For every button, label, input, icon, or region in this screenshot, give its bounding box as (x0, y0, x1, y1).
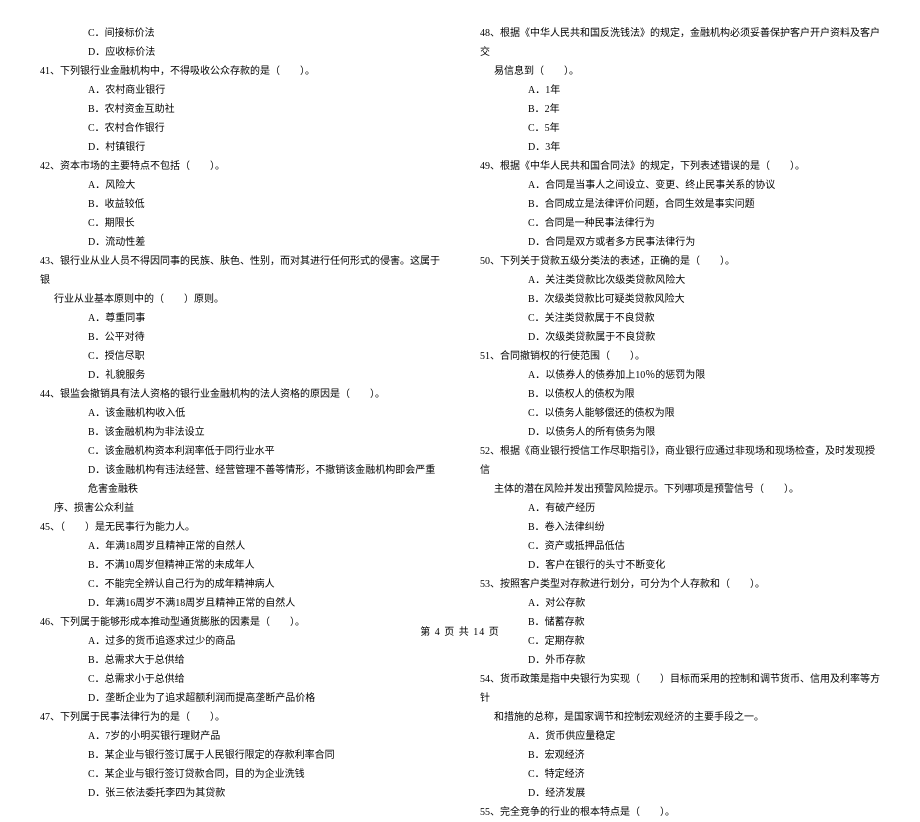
q42-stem: 42、资本市场的主要特点不包括（ ）。 (40, 157, 440, 176)
q44-option-d: D．该金融机构有违法经营、经营管理不善等情形，不撤销该金融机构即会严重危害金融秩 (40, 461, 440, 499)
q44-stem: 44、银监会撤销具有法人资格的银行业金融机构的法人资格的原因是（ ）。 (40, 385, 440, 404)
page-content: C．间接标价法 D．应收标价法 41、下列银行业金融机构中，不得吸收公众存款的是… (0, 0, 920, 822)
q43-option-c: C．授信尽职 (40, 347, 440, 366)
q47-stem: 47、下列属于民事法律行为的是（ ）。 (40, 708, 440, 727)
q51-option-c: C．以债务人能够偿还的债权为限 (480, 404, 880, 423)
q54-stem-line1: 54、货币政策是指中央银行为实现（ ）目标而采用的控制和调节货币、信用及利率等方… (480, 670, 880, 708)
q43-option-b: B．公平对待 (40, 328, 440, 347)
q42-option-b: B．收益较低 (40, 195, 440, 214)
q43-option-a: A．尊重同事 (40, 309, 440, 328)
q41-option-a: A．农村商业银行 (40, 81, 440, 100)
q43-option-d: D．礼貌服务 (40, 366, 440, 385)
q52-option-d: D．客户在银行的头寸不断变化 (480, 556, 880, 575)
q48-option-c: C．5年 (480, 119, 880, 138)
q51-option-a: A．以债券人的债券加上10％的惩罚为限 (480, 366, 880, 385)
q46-option-d: D．垄断企业为了追求超额利润而提高垄断产品价格 (40, 689, 440, 708)
q44-option-a: A．该金融机构收入低 (40, 404, 440, 423)
q45-option-d: D．年满16周岁不满18周岁且精神正常的自然人 (40, 594, 440, 613)
q49-stem: 49、根据《中华人民共和国合同法》的规定，下列表述错误的是（ ）。 (480, 157, 880, 176)
q44-option-c: C．该金融机构资本利润率低于同行业水平 (40, 442, 440, 461)
q46-option-b: B．总需求大于总供给 (40, 651, 440, 670)
q40-option-d: D．应收标价法 (40, 43, 440, 62)
q54-option-d: D．经济发展 (480, 784, 880, 803)
q43-stem-line1: 43、银行业从业人员不得因同事的民族、肤色、性别，而对其进行任何形式的侵害。这属… (40, 252, 440, 290)
left-column: C．间接标价法 D．应收标价法 41、下列银行业金融机构中，不得吸收公众存款的是… (40, 24, 440, 822)
page-footer: 第 4 页 共 14 页 (0, 623, 920, 638)
q47-option-a: A．7岁的小明买银行理财产品 (40, 727, 440, 746)
q45-option-c: C．不能完全辨认自己行为的成年精神病人 (40, 575, 440, 594)
q50-option-d: D．次级类贷款属于不良贷款 (480, 328, 880, 347)
q48-option-d: D．3年 (480, 138, 880, 157)
q47-option-b: B．某企业与银行签订属于人民银行限定的存款利率合同 (40, 746, 440, 765)
q41-stem: 41、下列银行业金融机构中，不得吸收公众存款的是（ ）。 (40, 62, 440, 81)
q40-option-c: C．间接标价法 (40, 24, 440, 43)
q49-option-b: B．合同成立是法律评价问题，合同生效是事实问题 (480, 195, 880, 214)
right-column: 48、根据《中华人民共和国反洗钱法》的规定，金融机构必须妥善保护客户开户资料及客… (480, 24, 880, 822)
q45-option-a: A．年满18周岁且精神正常的自然人 (40, 537, 440, 556)
q51-option-d: D．以债务人的所有债务为限 (480, 423, 880, 442)
q51-stem: 51、合同撤销权的行使范围（ ）。 (480, 347, 880, 366)
q47-option-d: D．张三依法委托李四为其贷款 (40, 784, 440, 803)
q52-option-c: C．资产或抵押品低估 (480, 537, 880, 556)
q53-option-d: D．外币存款 (480, 651, 880, 670)
q52-option-b: B．卷入法律纠纷 (480, 518, 880, 537)
q54-option-b: B．宏观经济 (480, 746, 880, 765)
q44-option-b: B．该金融机构为非法设立 (40, 423, 440, 442)
q52-option-a: A．有破产经历 (480, 499, 880, 518)
q48-stem-line1: 48、根据《中华人民共和国反洗钱法》的规定，金融机构必须妥善保护客户开户资料及客… (480, 24, 880, 62)
q54-option-a: A．货币供应量稳定 (480, 727, 880, 746)
q41-option-b: B．农村资金互助社 (40, 100, 440, 119)
q48-stem-line2: 易信息到（ ）。 (480, 62, 880, 81)
q48-option-b: B．2年 (480, 100, 880, 119)
q53-stem: 53、按照客户类型对存款进行划分，可分为个人存款和（ ）。 (480, 575, 880, 594)
q50-stem: 50、下列关于贷款五级分类法的表述，正确的是（ ）。 (480, 252, 880, 271)
q46-option-c: C．总需求小于总供给 (40, 670, 440, 689)
q52-stem-line1: 52、根据《商业银行授信工作尽职指引》，商业银行应通过非现场和现场检查，及时发现… (480, 442, 880, 480)
q53-option-a: A．对公存款 (480, 594, 880, 613)
q55-stem: 55、完全竞争的行业的根本特点是（ ）。 (480, 803, 880, 822)
q42-option-c: C．期限长 (40, 214, 440, 233)
q49-option-c: C．合同是一种民事法律行为 (480, 214, 880, 233)
q50-option-c: C．关注类贷款属于不良贷款 (480, 309, 880, 328)
q41-option-c: C．农村合作银行 (40, 119, 440, 138)
q50-option-a: A．关注类贷款比次级类贷款风险大 (480, 271, 880, 290)
q47-option-c: C．某企业与银行签订贷款合同，目的为企业洗钱 (40, 765, 440, 784)
q52-stem-line2: 主体的潜在风险并发出预警风险提示。下列哪项是预警信号（ ）。 (480, 480, 880, 499)
q41-option-d: D．村镇银行 (40, 138, 440, 157)
q50-option-b: B．次级类贷款比可疑类贷款风险大 (480, 290, 880, 309)
q45-stem: 45、（ ）是无民事行为能力人。 (40, 518, 440, 537)
q54-option-c: C．特定经济 (480, 765, 880, 784)
q42-option-d: D．流动性差 (40, 233, 440, 252)
q45-option-b: B．不满10周岁但精神正常的未成年人 (40, 556, 440, 575)
q44-tail: 序、损害公众利益 (40, 499, 440, 518)
q42-option-a: A．风险大 (40, 176, 440, 195)
q51-option-b: B．以债权人的债权为限 (480, 385, 880, 404)
q49-option-d: D．合同是双方或者多方民事法律行为 (480, 233, 880, 252)
q48-option-a: A．1年 (480, 81, 880, 100)
q49-option-a: A．合同是当事人之间设立、变更、终止民事关系的协议 (480, 176, 880, 195)
q43-stem-line2: 行业从业基本原则中的（ ）原则。 (40, 290, 440, 309)
q54-stem-line2: 和措施的总称，是国家调节和控制宏观经济的主要手段之一。 (480, 708, 880, 727)
